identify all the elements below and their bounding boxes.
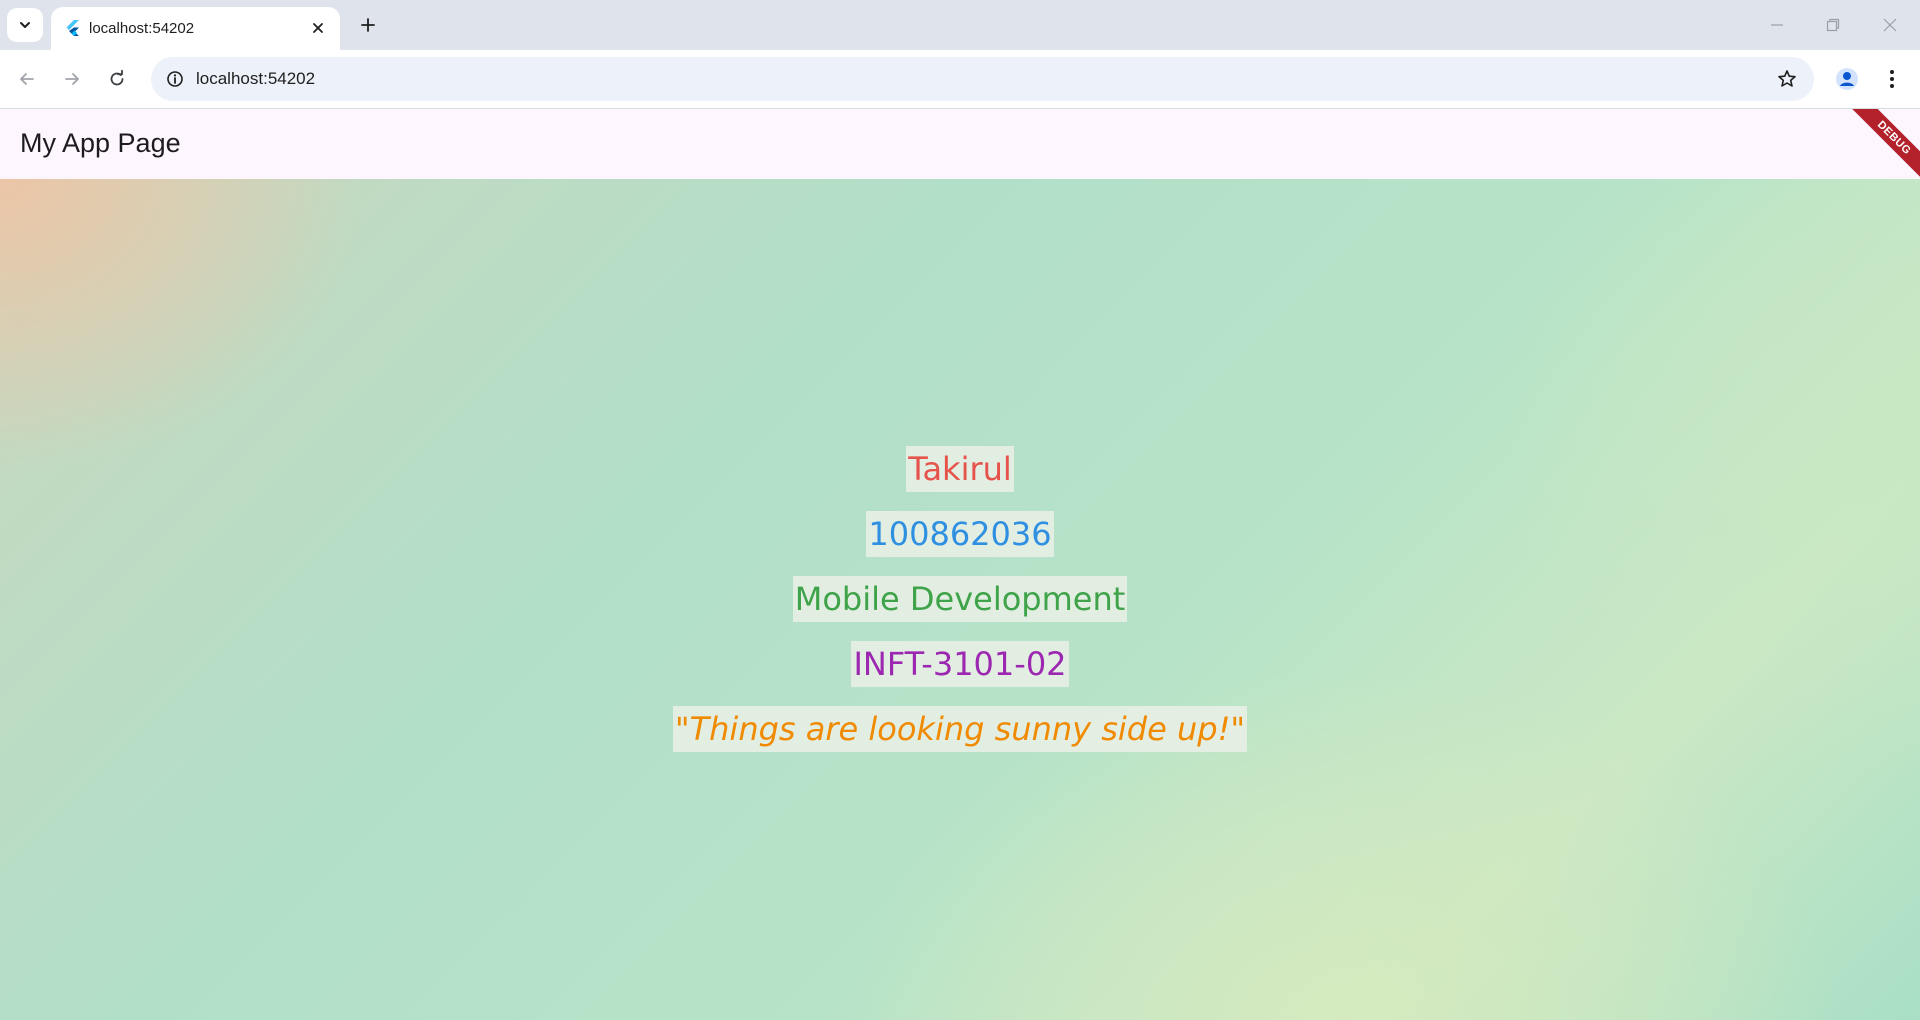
- browser-tab-strip: localhost:54202: [0, 0, 1920, 50]
- arrow-left-icon: [20, 73, 34, 85]
- chevron-down-icon: [20, 22, 30, 28]
- site-info-button[interactable]: [160, 64, 190, 94]
- restore-icon: [1826, 18, 1840, 32]
- section-text: INFT-3101-02: [851, 641, 1069, 687]
- forward-button[interactable]: [54, 61, 90, 97]
- profile-button[interactable]: [1829, 61, 1865, 97]
- minimize-icon: [1771, 24, 1783, 26]
- name-text: Takirul: [906, 446, 1014, 492]
- close-icon: [1883, 18, 1897, 32]
- arrow-right-icon: [65, 73, 79, 85]
- address-bar-url[interactable]: localhost:54202: [196, 69, 315, 89]
- quote-text: "Things are looking sunny side up!": [672, 706, 1248, 752]
- browser-tab-active[interactable]: localhost:54202: [51, 7, 340, 50]
- plus-icon: [361, 18, 375, 32]
- course-text: Mobile Development: [792, 576, 1128, 622]
- browser-toolbar: localhost:54202: [0, 50, 1920, 109]
- browser-menu-button[interactable]: [1874, 61, 1910, 97]
- minimize-window-button[interactable]: [1749, 0, 1805, 50]
- close-window-button[interactable]: [1862, 0, 1918, 50]
- flutter-icon: [66, 20, 79, 36]
- person-icon: [1836, 68, 1858, 90]
- back-button[interactable]: [9, 61, 45, 97]
- tab-close-button[interactable]: [306, 16, 330, 40]
- star-icon: [1778, 70, 1796, 87]
- info-icon: [167, 71, 183, 87]
- page-title: My App Page: [20, 128, 181, 158]
- restore-window-button[interactable]: [1805, 0, 1861, 50]
- tab-title: localhost:54202: [89, 20, 195, 37]
- kebab-menu-icon: [1890, 70, 1894, 88]
- reload-button[interactable]: [99, 61, 135, 97]
- gradient-background: Takirul 100862036 Mobile Development INF…: [0, 179, 1920, 1020]
- address-bar[interactable]: localhost:54202: [151, 57, 1814, 101]
- new-tab-button[interactable]: [351, 8, 385, 42]
- app-bar: My App Page: [0, 109, 1920, 179]
- info-stack: Takirul 100862036 Mobile Development INF…: [0, 446, 1920, 771]
- student-id-text: 100862036: [866, 511, 1054, 557]
- bookmark-button[interactable]: [1772, 64, 1802, 94]
- close-icon: [313, 23, 323, 33]
- tab-search-button[interactable]: [7, 8, 43, 42]
- reload-icon: [110, 70, 124, 86]
